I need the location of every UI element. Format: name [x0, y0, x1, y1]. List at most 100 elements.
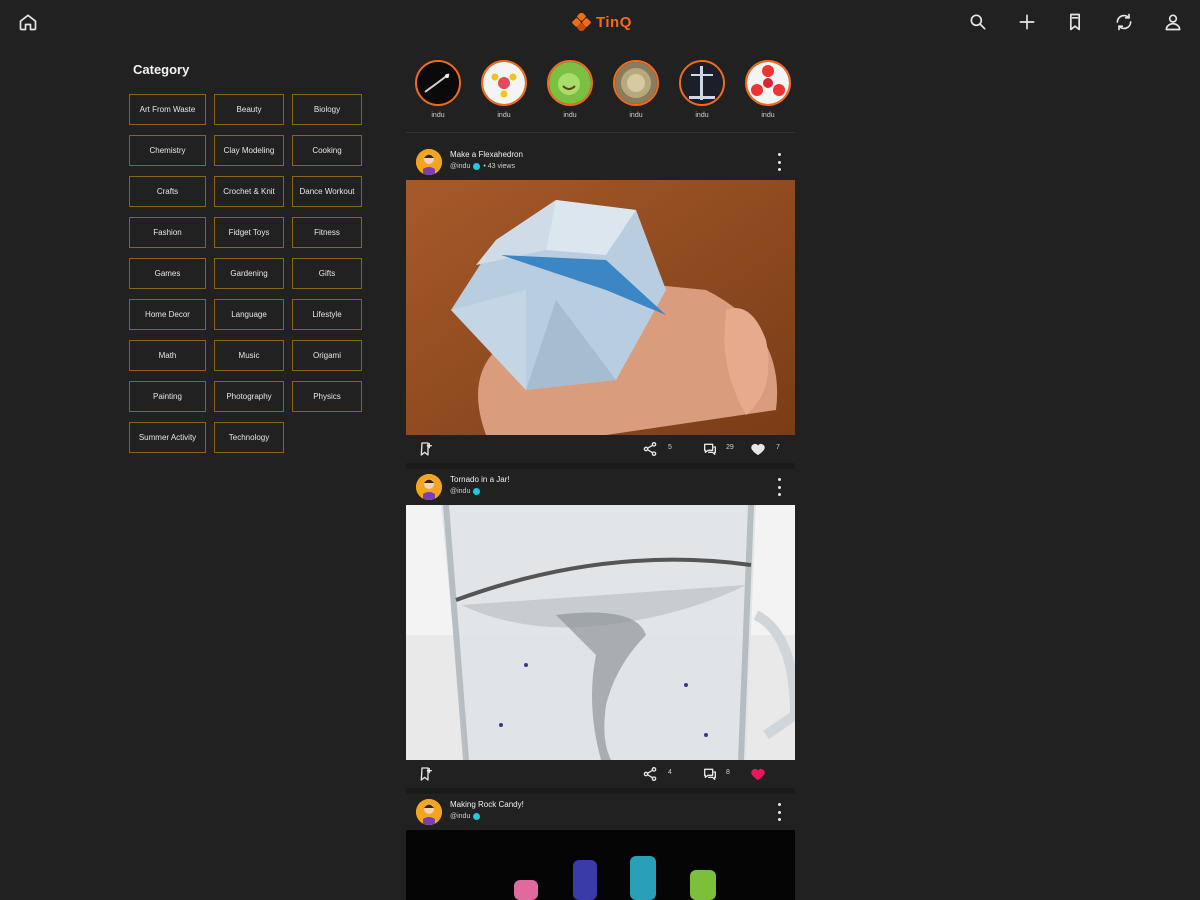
story-item[interactable]: indu [480, 60, 528, 119]
category-fashion[interactable]: Fashion [129, 217, 206, 248]
like-count: 7 [776, 444, 780, 451]
search-button[interactable] [966, 10, 990, 34]
like-button[interactable] [750, 766, 766, 782]
category-gardening[interactable]: Gardening [214, 258, 284, 289]
category-sidebar: Category Art From Waste Beauty Biology C… [129, 62, 369, 453]
save-button[interactable] [418, 441, 434, 457]
top-bar: TinQ [0, 0, 1200, 44]
verified-icon [473, 813, 481, 820]
story-item[interactable]: indu [612, 60, 660, 119]
comment-button[interactable] [702, 441, 718, 457]
post-card: Make a Flexahedron @indu • 43 views 5 29… [406, 144, 795, 469]
share-count: 4 [668, 769, 672, 776]
category-math[interactable]: Math [129, 340, 206, 371]
category-physics[interactable]: Physics [292, 381, 362, 412]
category-grid: Art From Waste Beauty Biology Chemistry … [129, 94, 369, 453]
category-summer-activity[interactable]: Summer Activity [129, 422, 206, 453]
story-label: indu [563, 112, 577, 119]
category-clay-modeling[interactable]: Clay Modeling [214, 135, 284, 166]
avatar[interactable] [416, 474, 442, 500]
post-handle[interactable]: @indu [450, 813, 470, 820]
home-icon [19, 14, 37, 31]
brand-name: TinQ [596, 13, 632, 31]
category-crochet-knit[interactable]: Crochet & Knit [214, 176, 284, 207]
more-options-button[interactable] [775, 803, 783, 821]
post-card: Tornado in a Jar! @indu 4 8 [406, 469, 795, 794]
bookmarks-button[interactable] [1063, 10, 1087, 34]
story-item[interactable]: indu [744, 60, 792, 119]
story-avatar [745, 60, 791, 106]
post-header: Making Rock Candy! @indu [406, 794, 795, 830]
add-icon [1019, 14, 1035, 30]
profile-button[interactable] [1161, 10, 1185, 34]
refresh-button[interactable] [1112, 10, 1136, 34]
post-views: • 43 views [483, 163, 515, 170]
more-options-button[interactable] [775, 478, 783, 496]
share-icon [643, 442, 657, 456]
category-biology[interactable]: Biology [292, 94, 362, 125]
category-gifts[interactable]: Gifts [292, 258, 362, 289]
category-music[interactable]: Music [214, 340, 284, 371]
story-label: indu [761, 112, 775, 119]
category-language[interactable]: Language [214, 299, 284, 330]
share-button[interactable] [642, 441, 658, 457]
category-dance-workout[interactable]: Dance Workout [292, 176, 362, 207]
category-origami[interactable]: Origami [292, 340, 362, 371]
post-handle[interactable]: @indu [450, 163, 470, 170]
post-meta: @indu [450, 813, 481, 820]
category-home-decor[interactable]: Home Decor [129, 299, 206, 330]
post-video[interactable] [406, 830, 795, 900]
feed: indu indu indu indu indu indu Make a Fle… [406, 52, 795, 900]
category-chemistry[interactable]: Chemistry [129, 135, 206, 166]
add-button[interactable] [1015, 10, 1039, 34]
post-header: Tornado in a Jar! @indu [406, 469, 795, 505]
story-label: indu [431, 112, 445, 119]
avatar[interactable] [416, 149, 442, 175]
post-handle[interactable]: @indu [450, 488, 470, 495]
refresh-icon [1116, 13, 1132, 31]
category-photography[interactable]: Photography [214, 381, 284, 412]
bookmark-add-icon [420, 767, 432, 781]
category-painting[interactable]: Painting [129, 381, 206, 412]
category-fitness[interactable]: Fitness [292, 217, 362, 248]
story-item[interactable]: indu [414, 60, 462, 119]
comments-icon [704, 768, 716, 780]
post-video[interactable] [406, 505, 795, 760]
comment-button[interactable] [702, 766, 718, 782]
save-button[interactable] [418, 766, 434, 782]
avatar[interactable] [416, 799, 442, 825]
more-options-button[interactable] [775, 153, 783, 171]
story-item[interactable]: indu [678, 60, 726, 119]
category-technology[interactable]: Technology [214, 422, 284, 453]
post-video[interactable] [406, 180, 795, 435]
bookmark-add-icon [420, 442, 432, 456]
bookmark-icon [1070, 13, 1080, 31]
brand-logo[interactable]: TinQ [572, 10, 632, 34]
share-button[interactable] [642, 766, 658, 782]
post-actions: 4 8 [406, 760, 795, 788]
category-fidget-toys[interactable]: Fidget Toys [214, 217, 284, 248]
category-title: Category [133, 62, 190, 77]
category-beauty[interactable]: Beauty [214, 94, 284, 125]
post-title[interactable]: Making Rock Candy! [450, 800, 524, 809]
category-cooking[interactable]: Cooking [292, 135, 362, 166]
search-icon [970, 14, 986, 30]
comment-count: 8 [726, 769, 730, 776]
story-label: indu [695, 112, 709, 119]
category-lifestyle[interactable]: Lifestyle [292, 299, 362, 330]
post-title[interactable]: Tornado in a Jar! [450, 475, 510, 484]
story-avatar [547, 60, 593, 106]
user-icon [1165, 14, 1181, 31]
post-title[interactable]: Make a Flexahedron [450, 150, 523, 159]
like-button[interactable] [750, 441, 766, 457]
category-games[interactable]: Games [129, 258, 206, 289]
heart-filled-icon [751, 768, 765, 780]
tinq-logo-icon [572, 13, 591, 31]
story-label: indu [497, 112, 511, 119]
verified-icon [473, 488, 481, 495]
home-button[interactable] [16, 10, 40, 34]
story-item[interactable]: indu [546, 60, 594, 119]
post-actions: 5 29 7 [406, 435, 795, 463]
category-art-from-waste[interactable]: Art From Waste [129, 94, 206, 125]
category-crafts[interactable]: Crafts [129, 176, 206, 207]
